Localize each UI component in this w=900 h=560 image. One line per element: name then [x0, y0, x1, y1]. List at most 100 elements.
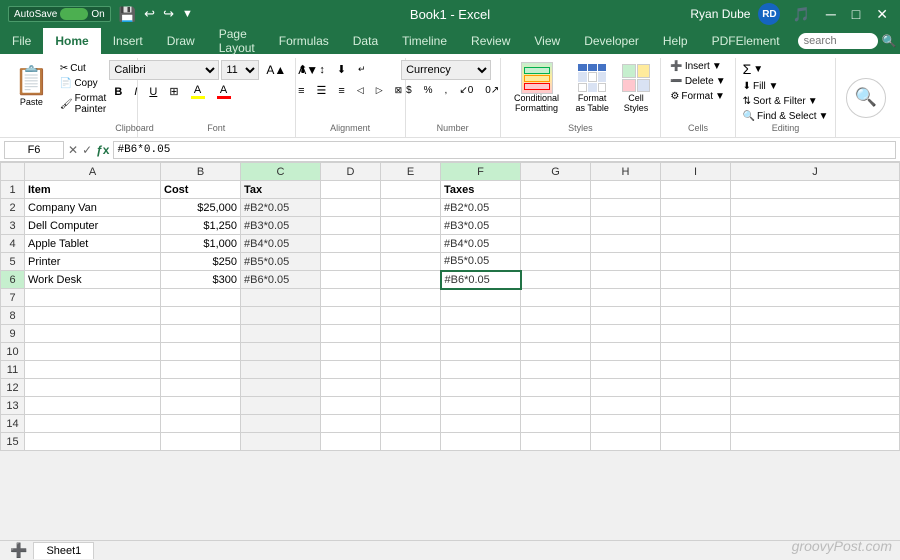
cell-e12[interactable]: [381, 379, 441, 397]
col-header-h[interactable]: H: [591, 163, 661, 181]
cell-b15[interactable]: [161, 433, 241, 451]
maximize-btn[interactable]: □: [848, 6, 864, 22]
tab-insert[interactable]: Insert: [101, 28, 155, 54]
cell-e15[interactable]: [381, 433, 441, 451]
cell-h15[interactable]: [591, 433, 661, 451]
format-as-table-button[interactable]: Format as Table: [570, 60, 614, 116]
indent-increase-btn[interactable]: ▷: [371, 81, 388, 100]
cell-e7[interactable]: [381, 289, 441, 307]
tab-formulas[interactable]: Formulas: [267, 28, 341, 54]
decrease-decimal-btn[interactable]: ↙0: [454, 82, 478, 99]
cell-a9[interactable]: [25, 325, 161, 343]
cell-h10[interactable]: [591, 343, 661, 361]
cell-a7[interactable]: [25, 289, 161, 307]
cell-j11[interactable]: [731, 361, 900, 379]
fill-color-button[interactable]: A: [186, 82, 210, 101]
cell-c14[interactable]: [241, 415, 321, 433]
redo-icon[interactable]: ↪: [163, 6, 174, 22]
cell-h1[interactable]: [591, 181, 661, 199]
cell-g13[interactable]: [521, 397, 591, 415]
cell-d10[interactable]: [321, 343, 381, 361]
col-header-j[interactable]: J: [731, 163, 900, 181]
cell-d5[interactable]: [321, 253, 381, 271]
tab-page-layout[interactable]: Page Layout: [207, 28, 267, 54]
cell-d14[interactable]: [321, 415, 381, 433]
cell-c5[interactable]: #B5*0.05: [241, 253, 321, 271]
cell-f15[interactable]: [441, 433, 521, 451]
cell-h6[interactable]: [591, 271, 661, 289]
sheet-tab-1[interactable]: Sheet1: [33, 542, 94, 559]
cell-j14[interactable]: [731, 415, 900, 433]
col-header-b[interactable]: B: [161, 163, 241, 181]
underline-button[interactable]: U: [144, 84, 162, 100]
cell-f3[interactable]: #B3*0.05: [441, 217, 521, 235]
cell-i5[interactable]: [661, 253, 731, 271]
cell-b4[interactable]: $1,000: [161, 235, 241, 253]
quick-access-more[interactable]: ▼: [182, 8, 193, 20]
cell-f7[interactable]: [441, 289, 521, 307]
delete-cells-button[interactable]: ➖ Delete ▼: [666, 75, 729, 88]
cell-b3[interactable]: $1,250: [161, 217, 241, 235]
cell-f9[interactable]: [441, 325, 521, 343]
cell-j4[interactable]: [731, 235, 900, 253]
number-format-select[interactable]: Currency: [401, 60, 491, 80]
cell-f8[interactable]: [441, 307, 521, 325]
cell-d9[interactable]: [321, 325, 381, 343]
cell-j9[interactable]: [731, 325, 900, 343]
cell-j1[interactable]: [731, 181, 900, 199]
cell-b8[interactable]: [161, 307, 241, 325]
cell-h12[interactable]: [591, 379, 661, 397]
cell-a3[interactable]: Dell Computer: [25, 217, 161, 235]
cell-g3[interactable]: [521, 217, 591, 235]
cell-j8[interactable]: [731, 307, 900, 325]
cell-c2[interactable]: #B2*0.05: [241, 199, 321, 217]
cell-f1[interactable]: Taxes: [441, 181, 521, 199]
tab-view[interactable]: View: [522, 28, 572, 54]
cell-e8[interactable]: [381, 307, 441, 325]
align-middle-btn[interactable]: ↕: [314, 60, 330, 79]
tab-file[interactable]: File: [0, 28, 43, 54]
col-header-d[interactable]: D: [321, 163, 381, 181]
cell-b14[interactable]: [161, 415, 241, 433]
cell-i13[interactable]: [661, 397, 731, 415]
fill-button[interactable]: ⬇ Fill ▼: [739, 80, 833, 93]
cell-a12[interactable]: [25, 379, 161, 397]
cell-f4[interactable]: #B4*0.05: [441, 235, 521, 253]
cell-i8[interactable]: [661, 307, 731, 325]
insert-function-icon[interactable]: ƒx: [96, 143, 109, 157]
cell-a13[interactable]: [25, 397, 161, 415]
save-icon[interactable]: 💾: [119, 6, 136, 23]
cell-a5[interactable]: Printer: [25, 253, 161, 271]
cell-g15[interactable]: [521, 433, 591, 451]
cell-g1[interactable]: [521, 181, 591, 199]
cell-c11[interactable]: [241, 361, 321, 379]
cell-j7[interactable]: [731, 289, 900, 307]
cell-b2[interactable]: $25,000: [161, 199, 241, 217]
col-header-f[interactable]: F: [441, 163, 521, 181]
cell-e5[interactable]: [381, 253, 441, 271]
cell-b6[interactable]: $300: [161, 271, 241, 289]
autosum-button[interactable]: Σ ▼: [739, 60, 833, 78]
align-bottom-btn[interactable]: ⬇: [332, 60, 351, 79]
confirm-formula-icon[interactable]: ✓: [82, 143, 92, 157]
name-box[interactable]: [4, 141, 64, 159]
cell-j6[interactable]: [731, 271, 900, 289]
col-header-c[interactable]: C: [241, 163, 321, 181]
cell-h9[interactable]: [591, 325, 661, 343]
cell-g8[interactable]: [521, 307, 591, 325]
wrap-text-btn[interactable]: ↵: [353, 60, 371, 79]
cell-a4[interactable]: Apple Tablet: [25, 235, 161, 253]
cell-j5[interactable]: [731, 253, 900, 271]
cell-g2[interactable]: [521, 199, 591, 217]
cell-i15[interactable]: [661, 433, 731, 451]
cell-g5[interactable]: [521, 253, 591, 271]
cell-e2[interactable]: [381, 199, 441, 217]
cell-i2[interactable]: [661, 199, 731, 217]
cell-j13[interactable]: [731, 397, 900, 415]
cell-j15[interactable]: [731, 433, 900, 451]
cell-c10[interactable]: [241, 343, 321, 361]
cell-f5[interactable]: #B5*0.05: [441, 253, 521, 271]
tab-review[interactable]: Review: [459, 28, 522, 54]
cell-d6[interactable]: [321, 271, 381, 289]
comma-btn[interactable]: ,: [440, 82, 453, 99]
